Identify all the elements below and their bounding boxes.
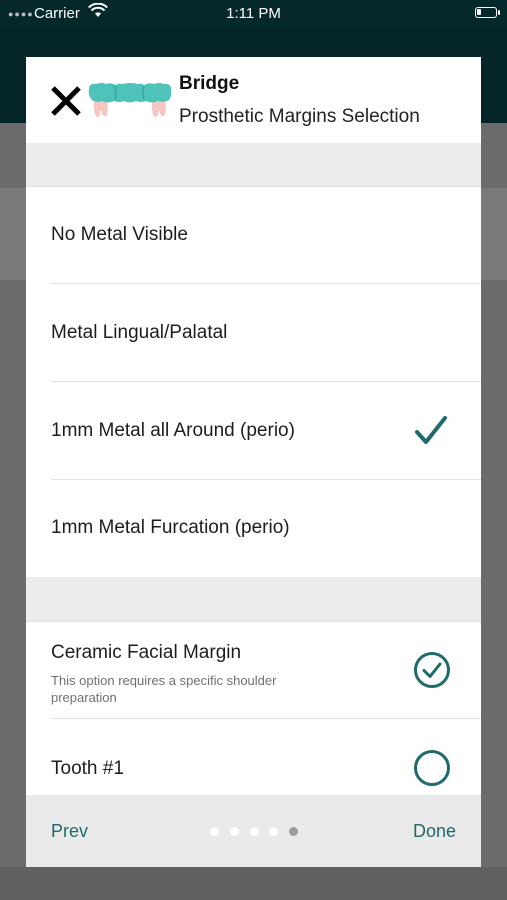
option-helper-text: This option requires a specific shoulder…	[51, 673, 277, 705]
modal-title: Bridge	[179, 73, 240, 94]
option-row-1mm-metal-all-around[interactable]: 1mm Metal all Around (perio)	[26, 382, 481, 480]
option-label: Ceramic Facial Margin	[51, 642, 242, 663]
option-row-metal-lingual-palatal[interactable]: Metal Lingual/Palatal	[26, 284, 481, 382]
option-row-1mm-metal-furcation[interactable]: 1mm Metal Furcation (perio)	[26, 480, 481, 577]
option-row-no-metal-visible[interactable]: No Metal Visible	[26, 187, 481, 284]
page-dot-active	[289, 827, 298, 836]
clock: 1:11 PM	[226, 5, 281, 22]
option-label: No Metal Visible	[51, 224, 188, 245]
unchecked-circle-icon[interactable]	[413, 749, 451, 787]
page-dot	[269, 827, 278, 836]
modal-header: Bridge Prosthetic Margins Selection	[26, 57, 481, 143]
status-bar: ●●●● Carrier 1:11 PM	[0, 0, 507, 28]
bridge-tooth-icon	[86, 81, 174, 119]
page-dot	[250, 827, 259, 836]
option-label: Metal Lingual/Palatal	[51, 322, 228, 343]
done-button[interactable]: Done	[413, 821, 456, 842]
page-dot	[230, 827, 239, 836]
checkmark-icon	[414, 414, 448, 448]
prev-button[interactable]: Prev	[51, 821, 88, 842]
page-dot	[210, 827, 219, 836]
modal-subtitle: Prosthetic Margins Selection	[179, 106, 420, 127]
background-bottom	[0, 867, 507, 900]
battery-icon	[475, 7, 500, 18]
close-icon[interactable]	[50, 85, 82, 117]
section-separator	[26, 143, 481, 187]
margins-selection-modal: Bridge Prosthetic Margins Selection No M…	[26, 57, 481, 867]
option-row-ceramic-facial-margin[interactable]: Ceramic Facial Margin This option requir…	[26, 622, 481, 719]
checked-circle-icon[interactable]	[413, 651, 451, 689]
option-label: 1mm Metal Furcation (perio)	[51, 517, 290, 538]
option-label: 1mm Metal all Around (perio)	[51, 420, 295, 441]
option-label: Tooth #1	[51, 758, 124, 779]
wizard-footer: Prev Done	[26, 795, 481, 867]
option-row-tooth-1[interactable]: Tooth #1	[26, 719, 481, 795]
section-separator	[26, 577, 481, 622]
